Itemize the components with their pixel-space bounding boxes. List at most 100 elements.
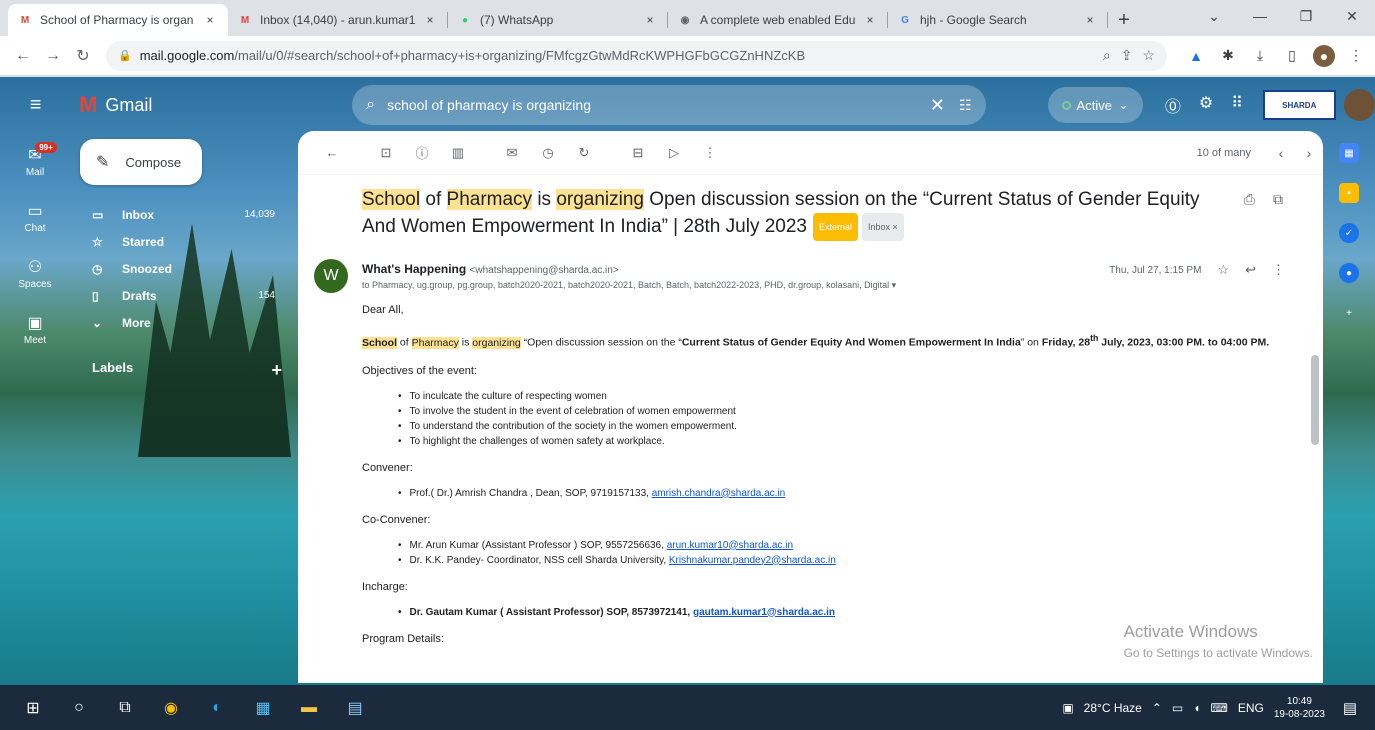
main-menu-icon[interactable]: ≡ [12, 94, 59, 117]
print-icon[interactable]: ⎙ [1244, 191, 1255, 208]
language-indicator[interactable]: ENG [1238, 701, 1264, 715]
clock[interactable]: 10:49 19-08-2023 [1274, 695, 1325, 721]
close-tab-icon[interactable]: × [1082, 13, 1098, 27]
minimize-button[interactable]: — [1237, 0, 1283, 32]
more-options-icon[interactable]: ⋮ [692, 145, 728, 161]
zoom-icon[interactable]: ⌕ [1103, 47, 1111, 64]
browser-tab[interactable]: M School of Pharmacy is organ × [8, 4, 228, 36]
forward-button[interactable]: → [38, 41, 68, 71]
tab-search-icon[interactable]: ⌄ [1191, 0, 1237, 32]
edge-icon[interactable]: ◐ [194, 685, 240, 730]
chrome-icon[interactable]: ◉ [148, 685, 194, 730]
task-view-icon[interactable]: ⧉ [102, 685, 148, 730]
compose-button[interactable]: ✎ Compose [80, 139, 202, 185]
reload-button[interactable]: ↻ [68, 41, 98, 71]
address-bar[interactable]: 🔒 mail.google.com /mail/u/0/#search/scho… [106, 40, 1167, 71]
help-icon[interactable]: ⓪ [1165, 93, 1181, 117]
clear-search-icon[interactable]: ✕ [930, 95, 945, 116]
download-icon[interactable]: ⤓ [1249, 45, 1271, 67]
reply-icon[interactable]: ↩ [1245, 262, 1256, 278]
newer-icon[interactable]: ‹ [1267, 145, 1295, 161]
back-button[interactable]: ← [8, 41, 38, 71]
extension-icon[interactable]: ▲ [1185, 45, 1207, 67]
settings-gear-icon[interactable]: ⚙ [1199, 93, 1213, 117]
close-tab-icon[interactable]: × [642, 13, 658, 27]
add-label-icon[interactable]: + [271, 360, 282, 381]
notifications-icon[interactable]: ▤ [1335, 699, 1365, 717]
browser-tab[interactable]: ● (7) WhatsApp × [448, 4, 668, 36]
file-explorer-icon[interactable]: ▬ [286, 685, 332, 730]
apps-grid-icon[interactable]: ⠿ [1231, 93, 1243, 117]
close-window-button[interactable]: ✕ [1329, 0, 1375, 32]
gmail-logo[interactable]: M Gmail [79, 92, 285, 118]
rail-item-mail[interactable]: ✉ 99+ Mail [0, 133, 70, 189]
nav-item-inbox[interactable]: ▭ Inbox 14,039 [80, 201, 285, 228]
star-icon[interactable]: ☆ [1217, 262, 1229, 278]
volume-icon[interactable]: ◖ [1193, 701, 1200, 715]
network-icon[interactable]: ▭ [1172, 701, 1183, 715]
rail-item-chat[interactable]: ▭ Chat [0, 189, 70, 245]
add-to-tasks-icon[interactable]: ↻ [566, 145, 602, 161]
email-link[interactable]: gautam.kumar1@sharda.ac.in [693, 607, 835, 618]
status-dropdown[interactable]: Active ⌄ [1047, 87, 1143, 123]
browser-menu-icon[interactable]: ⋮ [1345, 45, 1367, 67]
restore-button[interactable]: ❐ [1283, 0, 1329, 32]
browser-tab[interactable]: M Inbox (14,040) - arun.kumar1 × [228, 4, 448, 36]
report-spam-icon[interactable]: ⓘ [404, 143, 440, 162]
extensions-puzzle-icon[interactable]: ✱ [1217, 45, 1239, 67]
more-vert-icon[interactable]: ⋮ [1272, 262, 1285, 278]
delete-icon[interactable]: ▥ [440, 145, 476, 161]
side-panel-icon[interactable]: ▯ [1281, 45, 1303, 67]
spaces-icon: ⚇ [27, 258, 43, 276]
older-icon[interactable]: › [1295, 145, 1323, 161]
nav-item-starred[interactable]: ☆ Starred [80, 228, 285, 255]
move-to-icon[interactable]: ⊟ [620, 145, 656, 161]
scrollbar[interactable] [1311, 175, 1319, 683]
rail-item-spaces[interactable]: ⚇ Spaces [0, 245, 70, 301]
search-input[interactable]: school of pharmacy is organizing [387, 97, 916, 113]
org-logo[interactable]: SHARDA [1262, 90, 1336, 120]
bookmark-star-icon[interactable]: ☆ [1142, 47, 1155, 64]
mark-unread-icon[interactable]: ✉ [494, 145, 530, 161]
keyboard-icon[interactable]: ⌨ [1211, 701, 1228, 715]
profile-avatar[interactable]: ● [1313, 44, 1335, 67]
browser-tab[interactable]: ◉ A complete web enabled Edu × [668, 4, 888, 36]
back-to-search-icon[interactable]: ← [314, 145, 350, 160]
recipients-line[interactable]: to Pharmacy, ug.group, pg.group, batch20… [362, 280, 896, 291]
nav-item-more[interactable]: ⌄ More [80, 309, 285, 336]
weather-text[interactable]: 28°C Haze [1084, 701, 1142, 715]
search-circle-icon[interactable]: ○ [56, 685, 102, 730]
start-button-icon[interactable]: ⊞ [10, 685, 56, 730]
inbox-label-chip[interactable]: Inbox × [862, 213, 904, 241]
new-tab-button[interactable]: + [1108, 4, 1140, 36]
email-link[interactable]: arun.kumar10@sharda.ac.in [667, 540, 793, 551]
store-icon[interactable]: ▦ [240, 685, 286, 730]
email-link[interactable]: Krishnakumar.pandey2@sharda.ac.in [669, 555, 836, 566]
weather-icon[interactable]: ▣ [1062, 701, 1073, 715]
account-avatar[interactable] [1343, 89, 1375, 121]
label-icon[interactable]: ▷ [656, 145, 692, 161]
app-icon[interactable]: ▤ [332, 685, 378, 730]
browser-tab[interactable]: G hjh - Google Search × [888, 4, 1108, 36]
email-link[interactable]: amrish.chandra@sharda.ac.in [652, 488, 786, 499]
close-tab-icon[interactable]: × [422, 13, 438, 27]
tasks-icon[interactable]: ✓ [1339, 223, 1359, 243]
rail-item-meet[interactable]: ▣ Meet [0, 301, 70, 357]
open-new-window-icon[interactable]: ⧉ [1273, 191, 1283, 208]
scrollbar-thumb[interactable] [1311, 355, 1319, 445]
add-addon-icon[interactable]: + [1339, 303, 1359, 323]
nav-item-snoozed[interactable]: ◷ Snoozed [80, 255, 285, 282]
search-bar[interactable]: ⌕ school of pharmacy is organizing ✕ ☷ [352, 85, 986, 125]
archive-icon[interactable]: ⊡ [368, 145, 404, 161]
share-icon[interactable]: ⇪ [1121, 47, 1133, 64]
keep-icon[interactable]: ▪ [1339, 183, 1359, 203]
snooze-icon[interactable]: ◷ [530, 145, 566, 161]
close-tab-icon[interactable]: × [202, 13, 218, 27]
search-options-icon[interactable]: ☷ [959, 97, 972, 114]
nav-item-drafts[interactable]: ▯ Drafts 154 [80, 282, 285, 309]
tray-chevron-icon[interactable]: ⌃ [1152, 701, 1162, 715]
search-icon[interactable]: ⌕ [366, 96, 375, 114]
close-tab-icon[interactable]: × [862, 13, 878, 27]
contacts-icon[interactable]: ● [1339, 263, 1359, 283]
calendar-icon[interactable]: ▦ [1339, 143, 1359, 163]
